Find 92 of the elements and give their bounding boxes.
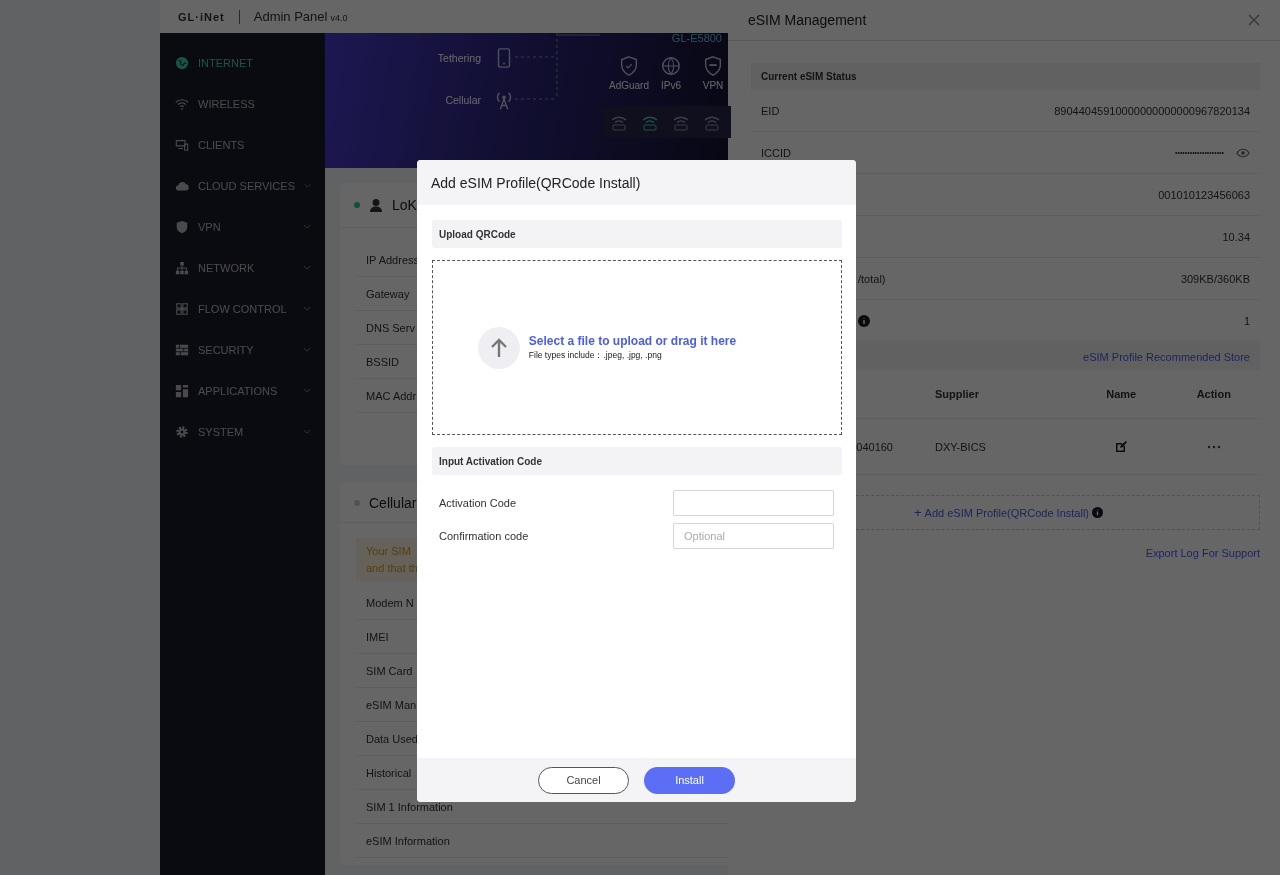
chevron-icon xyxy=(303,429,311,434)
sidebar-item[interactable]: CLOUD SERVICES xyxy=(160,165,325,206)
logo: GL·iNet xyxy=(178,10,225,23)
store-link[interactable]: eSIM Profile Recommended Store xyxy=(1083,350,1250,363)
field-label: ICCID xyxy=(761,146,791,159)
table-cell-text: 040160 xyxy=(856,440,894,453)
device-name: GL-E5800 xyxy=(671,32,722,44)
input-field[interactable] xyxy=(673,490,834,516)
info-icon[interactable] xyxy=(858,314,870,327)
sidebar-item[interactable]: CLIENTS xyxy=(160,124,325,165)
info-icon[interactable] xyxy=(1092,507,1103,518)
chevron-icon xyxy=(303,265,311,270)
sidebar-item[interactable]: WIRELESS xyxy=(160,83,325,124)
column-header: Action xyxy=(1196,388,1231,400)
row-label: IMEI xyxy=(366,630,389,643)
section-title: Input Activation Code xyxy=(439,455,542,467)
row-label: SIM 1 Information xyxy=(366,800,453,813)
eye-icon[interactable] xyxy=(1236,147,1250,158)
sidebar-item[interactable]: APPLICATIONS xyxy=(160,370,325,411)
settings-icon xyxy=(175,424,189,439)
sidebar-item[interactable]: SECURITY xyxy=(160,329,325,370)
chevron-icon xyxy=(303,388,311,393)
row-label: eSIM Man xyxy=(366,698,417,711)
chevron-icon xyxy=(303,224,311,229)
upload-dropzone[interactable]: Select a file to upload or drag it here File types include：.jpeg, .jpg, .png xyxy=(432,260,842,435)
file-type-hint: File types include：.jpeg, .jpg, .png xyxy=(528,349,663,362)
row-label: eSIM Information xyxy=(366,834,450,847)
feature-label: VPN xyxy=(702,80,724,91)
more-icon[interactable] xyxy=(1206,444,1221,449)
row-label: Data Used xyxy=(366,732,418,745)
row-label: Gateway xyxy=(366,287,410,300)
export-log-link[interactable]: Export Log For Support xyxy=(1145,547,1260,559)
card-title: LoK xyxy=(392,197,417,213)
shield-icon xyxy=(618,55,640,77)
source-label: Cellular xyxy=(445,94,481,106)
app-title: Admin Panel xyxy=(253,9,328,24)
table-cell: DXY-BICS xyxy=(935,440,986,453)
field-label: Activation Code xyxy=(439,497,517,509)
globe-icon xyxy=(660,55,682,77)
upload-icon xyxy=(477,326,520,369)
close-icon[interactable] xyxy=(1248,14,1260,26)
sidebar-item[interactable]: NETWORK xyxy=(160,247,325,288)
shield-icon xyxy=(175,219,189,234)
chevron-icon xyxy=(303,306,311,311)
install-button[interactable]: Install xyxy=(644,766,735,794)
dialog-title: Add eSIM Profile(QRCode Install) xyxy=(431,174,641,191)
field-value: 1 xyxy=(1243,314,1250,327)
sidebar-item[interactable]: VPN xyxy=(160,206,325,247)
vpn-icon xyxy=(702,55,724,77)
row-label: MAC Addr xyxy=(366,389,417,402)
field-value: 001010123456063 xyxy=(1158,188,1250,201)
field-value: 309KB/360KB xyxy=(1180,272,1250,285)
network-icon xyxy=(175,260,189,275)
source-label: Tethering xyxy=(437,52,481,64)
feature-label: AdGuard xyxy=(609,80,649,91)
section-title: Upload QRCode xyxy=(439,228,516,240)
clients-icon xyxy=(175,137,189,152)
row-label: IP Address xyxy=(366,253,419,266)
flow-icon xyxy=(175,301,189,316)
field-value: 10.34 xyxy=(1222,230,1250,243)
row-label: DNS Serv xyxy=(366,321,415,334)
security-icon xyxy=(175,342,189,357)
field-label: Confirmation code xyxy=(439,530,529,542)
column-header: Name xyxy=(1106,388,1137,400)
section-title: Current eSIM Status xyxy=(761,71,857,82)
card-title: Cellular xyxy=(369,494,417,511)
field-label: /total) xyxy=(858,272,886,285)
field-label: EID xyxy=(761,104,780,117)
apps-icon xyxy=(175,383,189,398)
feature-label: IPv6 xyxy=(661,80,681,91)
row-label: Modem N xyxy=(366,596,414,609)
chevron-icon xyxy=(303,347,311,352)
version-label: v4.0 xyxy=(330,12,348,23)
row-label: BSSID xyxy=(366,355,399,368)
globe-icon xyxy=(175,55,189,70)
field-value: 89044045910000000000000967820134 xyxy=(1054,104,1250,117)
sidebar-item[interactable]: INTERNET xyxy=(160,42,325,83)
upload-prompt: Select a file to upload or drag it here xyxy=(528,333,737,348)
sidebar-item[interactable]: FLOW CONTROL xyxy=(160,288,325,329)
input-field[interactable]: Optional xyxy=(673,523,834,549)
person-icon xyxy=(369,198,383,212)
warning-text: Your SIM xyxy=(366,545,412,557)
column-header: Supplier xyxy=(935,388,979,400)
cancel-button[interactable]: Cancel xyxy=(538,766,629,794)
wifi-icon xyxy=(175,96,189,111)
row-label: Historical xyxy=(366,766,412,779)
warning-text: and that th xyxy=(366,562,419,574)
sidebar-item[interactable]: SYSTEM xyxy=(160,411,325,452)
row-label: SIM Card xyxy=(366,664,413,677)
edit-icon[interactable] xyxy=(1115,441,1127,452)
chevron-icon xyxy=(304,183,311,188)
drawer-title: eSIM Management xyxy=(748,12,867,28)
